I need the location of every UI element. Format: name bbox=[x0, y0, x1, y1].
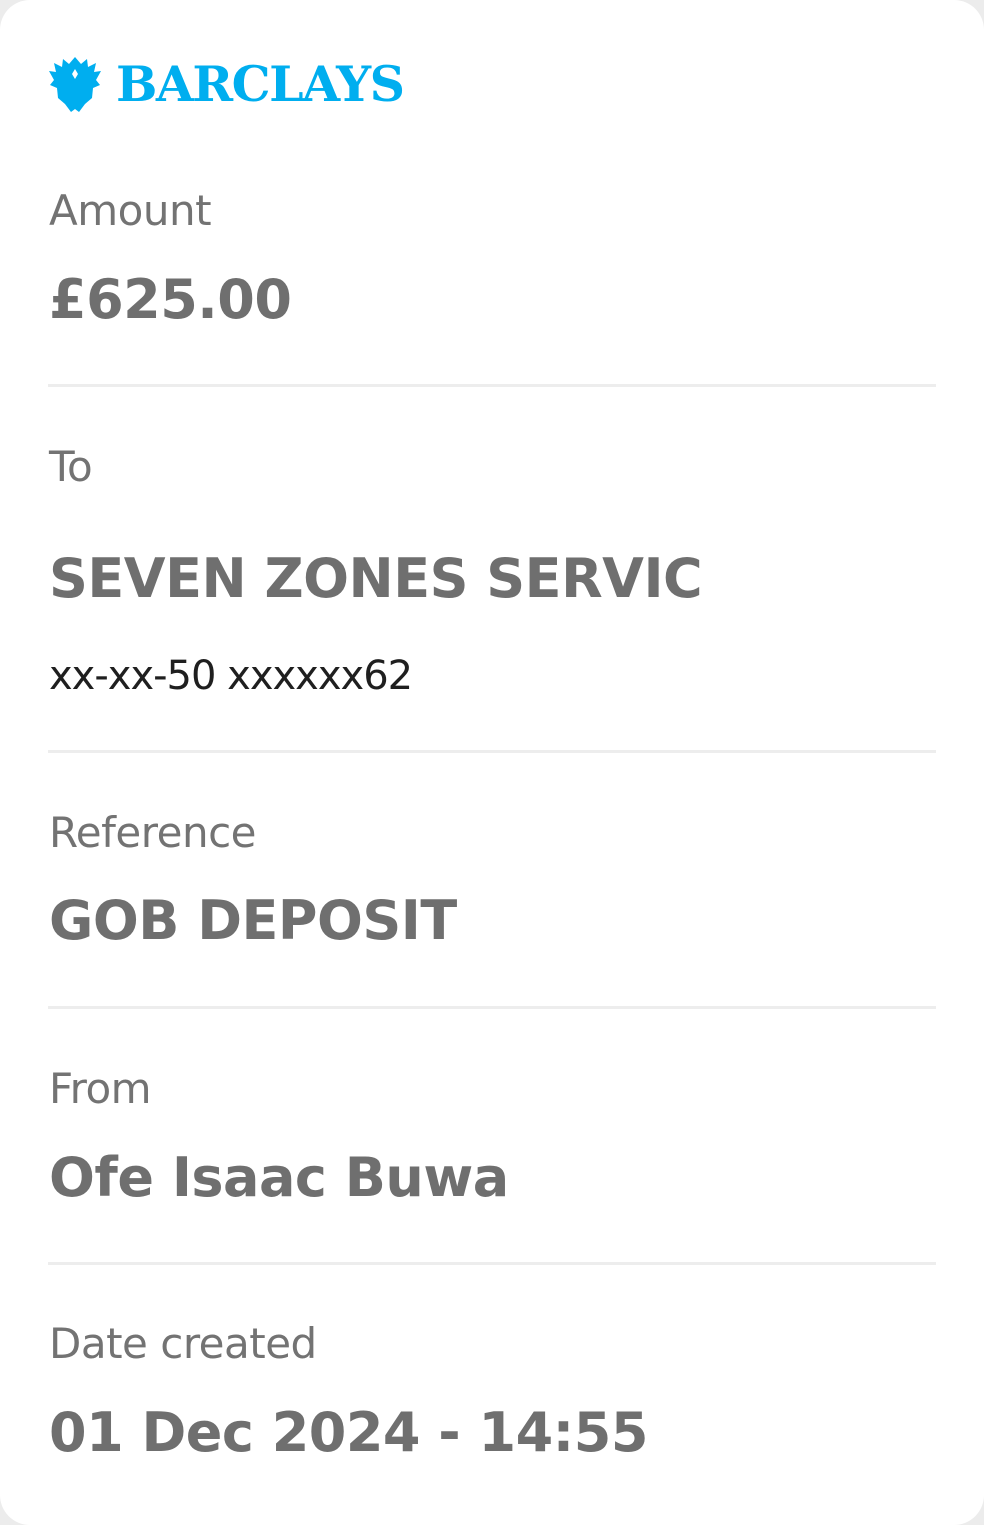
amount-label: Amount bbox=[49, 186, 212, 235]
date-created-label: Date created bbox=[49, 1319, 317, 1368]
from-label: From bbox=[49, 1064, 152, 1113]
divider bbox=[48, 384, 936, 387]
eagle-icon bbox=[48, 55, 102, 113]
date-created-value: 01 Dec 2024 - 14:55 bbox=[49, 1401, 648, 1464]
recipient-name: SEVEN ZONES SERVIC bbox=[49, 547, 703, 610]
barclays-logo: BARCLAYS bbox=[48, 54, 405, 114]
to-label: To bbox=[49, 442, 93, 491]
reference-value: GOB DEPOSIT bbox=[49, 889, 457, 952]
divider bbox=[48, 1262, 936, 1265]
divider bbox=[48, 1006, 936, 1009]
reference-label: Reference bbox=[49, 808, 257, 857]
brand-name: BARCLAYS bbox=[116, 55, 405, 113]
sender-name: Ofe Isaac Buwa bbox=[49, 1146, 509, 1209]
amount-value: £625.00 bbox=[49, 268, 292, 331]
transaction-details-card: BARCLAYS Amount £625.00 To SEVEN ZONES S… bbox=[0, 0, 984, 1525]
divider bbox=[48, 750, 936, 753]
recipient-account: xx-xx-50 xxxxxx62 bbox=[49, 653, 413, 699]
